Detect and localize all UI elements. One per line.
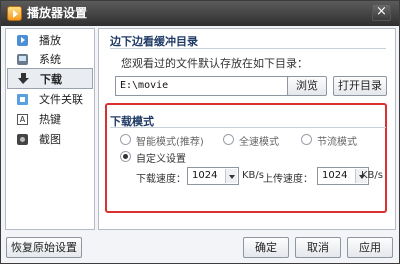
sidebar-item-label: 播放	[39, 34, 61, 47]
download-speed-label: 下载速度：	[136, 174, 186, 185]
throttle-mode-radio[interactable]	[301, 134, 312, 145]
close-button[interactable]: ×	[372, 4, 391, 21]
section-divider	[110, 48, 386, 49]
cache-hint-text: 您观看过的文件默认存放在如下目录：	[121, 57, 308, 70]
sidebar-item-label: 系统	[39, 53, 61, 66]
ok-button[interactable]: 确定	[243, 237, 289, 258]
sidebar-item-file-association[interactable]: 文件关联	[7, 90, 93, 109]
window-title: 播放器设置	[27, 6, 88, 20]
settings-sidebar: 播放 系统 下载 文件关联 A 热键 截图	[5, 28, 95, 230]
sidebar-item-screenshot[interactable]: 截图	[7, 130, 93, 149]
sidebar-item-label: 下载	[40, 73, 62, 86]
download-settings-panel: 边下边看缓冲目录 您观看过的文件默认存放在如下目录： E:\movie 浏览 打…	[98, 28, 396, 230]
file-association-icon	[17, 94, 28, 105]
restore-defaults-button[interactable]: 恢复原始设置	[6, 237, 82, 258]
sidebar-item-label: 热键	[39, 113, 61, 126]
smart-mode-radio[interactable]	[120, 134, 131, 145]
sidebar-item-hotkey[interactable]: A 热键	[7, 110, 93, 129]
app-icon	[7, 6, 22, 21]
smart-mode-label: 智能模式(推荐)	[136, 137, 204, 148]
sidebar-item-label: 截图	[39, 133, 61, 146]
download-speed-value: 1024	[192, 170, 218, 181]
upload-speed-value: 1024	[322, 170, 348, 181]
custom-mode-label: 自定义设置	[136, 154, 186, 165]
upload-speed-unit: KB/s	[361, 170, 383, 181]
play-icon	[17, 35, 28, 46]
system-icon	[17, 54, 28, 65]
download-icon	[18, 73, 29, 84]
sidebar-item-download[interactable]: 下载	[7, 68, 93, 89]
cancel-button[interactable]: 取消	[295, 237, 341, 258]
cache-section-title: 边下边看缓冲目录	[110, 35, 198, 48]
upload-speed-label: 上传速度：	[263, 174, 313, 185]
open-directory-button[interactable]: 打开目录	[333, 76, 387, 96]
section-divider	[110, 127, 386, 128]
download-speed-unit: KB/s	[242, 170, 264, 181]
throttle-mode-label: 节流模式	[317, 137, 357, 148]
full-speed-mode-label: 全速模式	[239, 137, 279, 148]
chevron-down-icon[interactable]	[225, 169, 237, 183]
hotkey-icon: A	[17, 114, 28, 125]
sidebar-item-system[interactable]: 系统	[7, 50, 93, 69]
apply-button[interactable]: 应用	[347, 237, 393, 258]
browse-button[interactable]: 浏览	[287, 76, 327, 96]
title-bar[interactable]: 播放器设置 ×	[1, 1, 399, 26]
camera-icon	[17, 134, 28, 145]
cache-path-input[interactable]: E:\movie	[115, 76, 291, 96]
full-speed-mode-radio[interactable]	[223, 134, 234, 145]
custom-mode-radio[interactable]	[120, 151, 131, 162]
sidebar-item-label: 文件关联	[39, 93, 83, 106]
sidebar-item-play[interactable]: 播放	[7, 31, 93, 50]
settings-window: 播放器设置 × 播放 系统 下载 文件关联 A 热键 截图 边下边看缓冲目录 您…	[0, 0, 400, 264]
download-speed-select[interactable]: 1024	[187, 167, 239, 185]
